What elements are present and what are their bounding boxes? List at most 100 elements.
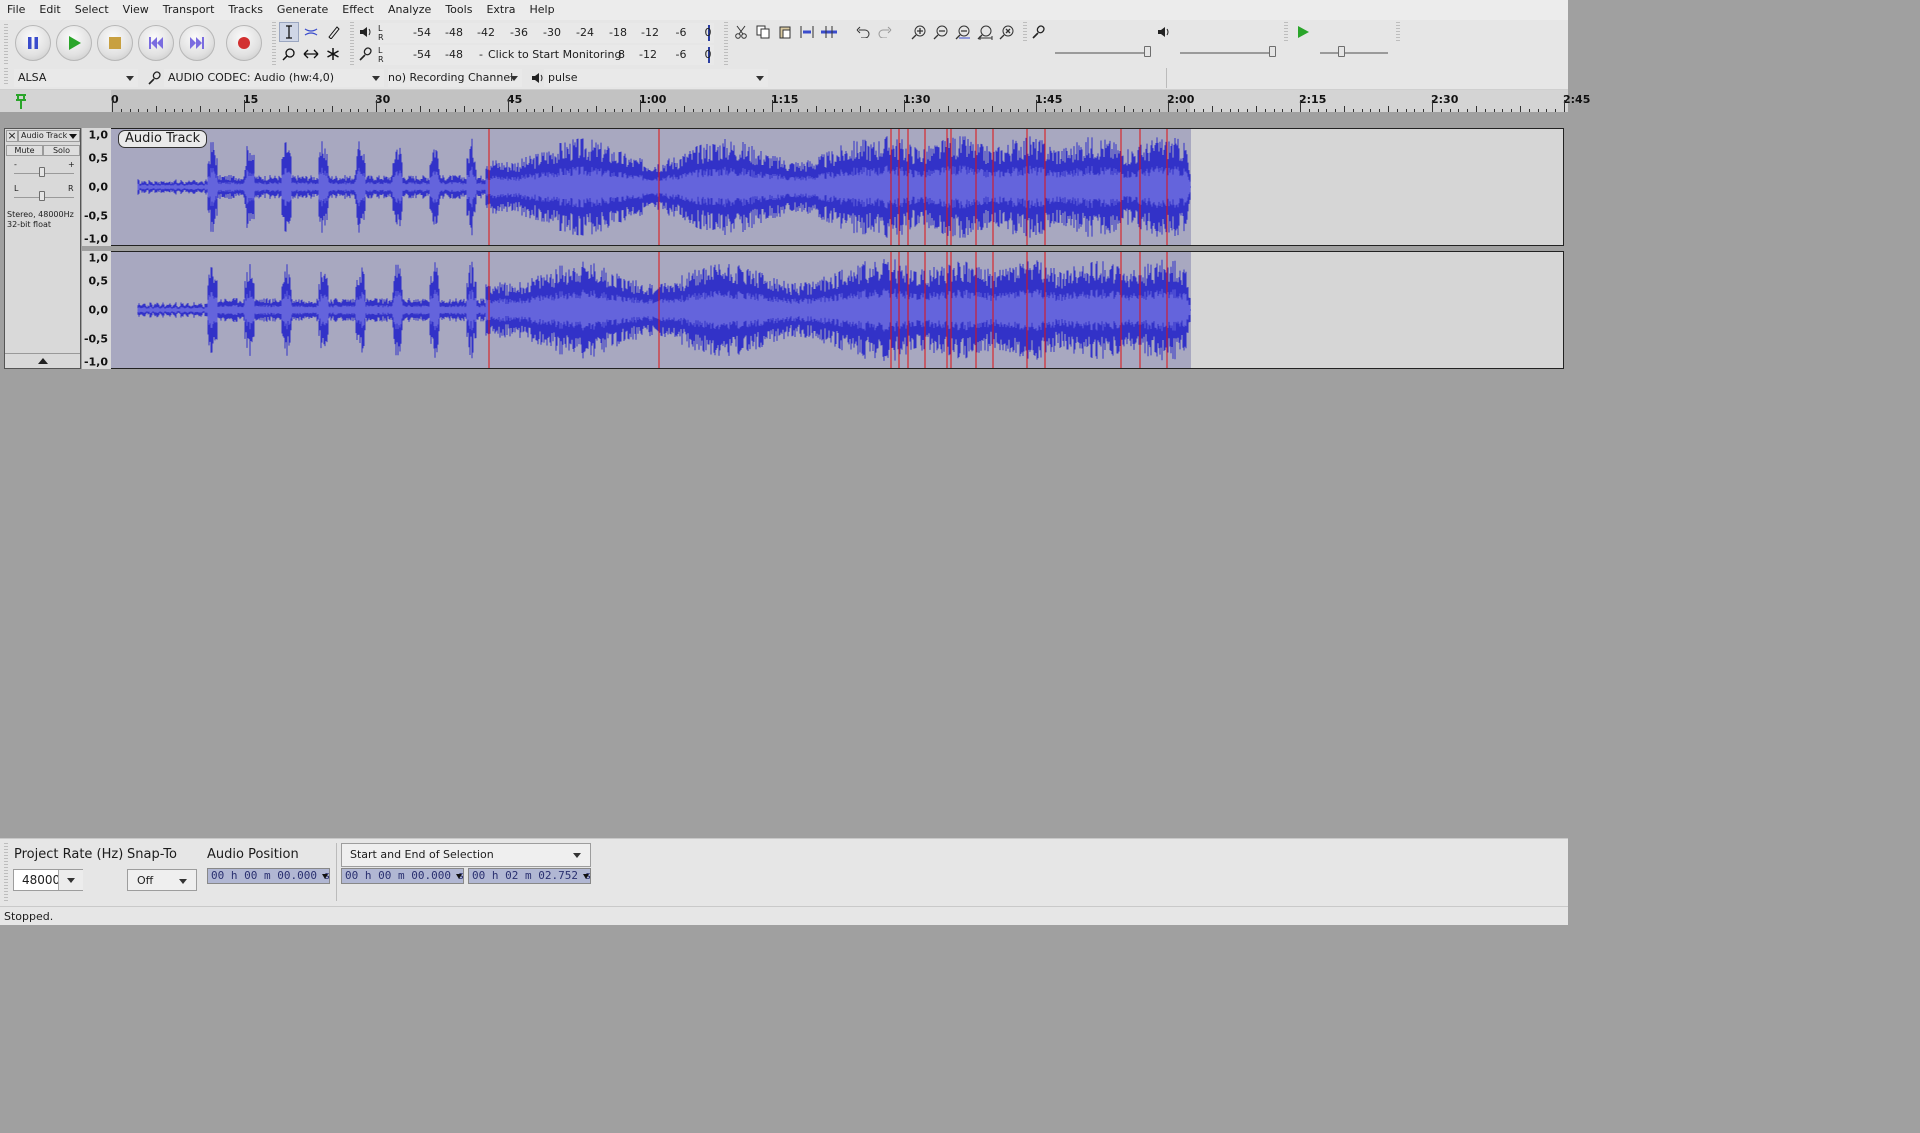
toolbar-grip[interactable] [724, 22, 728, 66]
recording-volume-thumb[interactable] [1144, 46, 1151, 57]
toolbar-grip[interactable] [1284, 22, 1288, 42]
mute-button[interactable]: Mute [6, 145, 43, 156]
draw-tool[interactable] [323, 22, 343, 42]
cut-button[interactable] [731, 22, 751, 42]
recording-volume-slider[interactable] [1055, 52, 1151, 54]
fit-project-button[interactable] [975, 22, 995, 42]
chevron-down-icon [67, 878, 75, 883]
snap-to-label: Snap-To [127, 847, 177, 862]
solo-button[interactable]: Solo [43, 145, 80, 156]
envelope-tool[interactable] [301, 22, 321, 42]
toolbar-grip[interactable] [1023, 22, 1027, 42]
menu-transport[interactable]: Transport [156, 0, 222, 20]
menu-generate[interactable]: Generate [270, 0, 335, 20]
close-icon: × [7, 129, 17, 142]
project-rate-combo[interactable]: 48000 [13, 869, 83, 891]
toolbar-grip[interactable] [4, 843, 8, 901]
snap-to-select[interactable]: Off [127, 869, 197, 891]
toolbar-grip[interactable] [4, 68, 8, 86]
multi-tool[interactable] [323, 44, 343, 64]
skip-to-end-button[interactable] [179, 25, 215, 61]
selection-start-time[interactable]: 00 h 00 m 00.000 s [341, 868, 464, 884]
audio-host-select[interactable]: ALSA [14, 69, 138, 87]
record-meter-button[interactable] [356, 44, 376, 64]
amplitude-label: 1,0 [88, 251, 109, 265]
paste-button[interactable] [775, 22, 795, 42]
collapse-track-button[interactable] [5, 353, 80, 367]
copy-button[interactable] [753, 22, 773, 42]
play-button[interactable] [56, 25, 92, 61]
menu-analyze[interactable]: Analyze [381, 0, 438, 20]
status-text: Stopped. [4, 910, 54, 923]
menu-tools[interactable]: Tools [438, 0, 479, 20]
pin-icon[interactable] [12, 92, 30, 110]
zoom-toggle-button[interactable] [997, 22, 1017, 42]
record-meter[interactable]: LR -54 -48 - Click to Start Monitoring 8… [378, 45, 714, 65]
toolbar-grip[interactable] [1396, 22, 1400, 42]
playback-device-value: pulse [548, 71, 578, 84]
chevron-up-icon [37, 357, 48, 364]
chevron-down-icon [756, 76, 764, 81]
playback-meter[interactable]: LR -54 -48 -42 -36 -30 -24 -18 -12 -6 0 [378, 23, 714, 43]
waveform-channel-left[interactable] [111, 128, 1564, 246]
audio-position-time[interactable]: 00 h 00 m 00.000 s [207, 868, 330, 884]
chevron-down-icon [179, 879, 187, 884]
menu-extra[interactable]: Extra [479, 0, 522, 20]
menu-tracks[interactable]: Tracks [221, 0, 270, 20]
recording-channels-select[interactable]: no) Recording Channel [388, 69, 522, 87]
pan-slider-thumb[interactable] [39, 191, 45, 201]
toolbar-grip[interactable] [350, 22, 354, 66]
waveform-channel-right[interactable] [111, 251, 1564, 369]
menu-help[interactable]: Help [522, 0, 561, 20]
timeline-ruler[interactable]: 0 15 30 45 1:00 1:15 1:30 1:45 2:00 2:15 2:30 2:45 [0, 90, 1590, 112]
trim-button[interactable] [797, 22, 817, 42]
gain-slider-thumb[interactable] [39, 167, 45, 177]
undo-button[interactable] [853, 22, 873, 42]
play-speed-slider[interactable] [1320, 52, 1388, 54]
start-monitoring-prompt[interactable]: Click to Start Monitoring [486, 48, 624, 61]
menu-view[interactable]: View [116, 0, 156, 20]
zoom-tool[interactable] [279, 44, 299, 64]
play-at-speed-button[interactable] [1293, 22, 1313, 42]
selection-mode-select[interactable]: Start and End of Selection [341, 843, 591, 867]
chevron-down-icon [573, 853, 581, 858]
redo-icon [878, 26, 892, 38]
playback-volume-thumb[interactable] [1269, 46, 1276, 57]
record-button[interactable] [226, 25, 262, 61]
playback-device-select[interactable]: pulse [544, 69, 768, 87]
toolbar-grip[interactable] [4, 24, 8, 64]
playback-volume-slider[interactable] [1180, 52, 1276, 54]
speaker-icon [532, 73, 543, 83]
vertical-scale-left[interactable]: 1,0 0,5 0,0 -0,5 -1,0 [82, 128, 112, 246]
close-track-button[interactable]: × [6, 130, 18, 142]
project-rate-dropdown[interactable] [58, 870, 83, 890]
project-rate-input[interactable]: 48000 [22, 873, 58, 887]
vertical-scale-right[interactable]: 1,0 0,5 0,0 -0,5 -1,0 [82, 251, 112, 369]
menu-effect[interactable]: Effect [335, 0, 381, 20]
play-speed-thumb[interactable] [1338, 46, 1345, 57]
redo-button[interactable] [875, 22, 895, 42]
menu-edit[interactable]: Edit [32, 0, 67, 20]
menu-select[interactable]: Select [68, 0, 116, 20]
fit-selection-button[interactable] [953, 22, 973, 42]
time-shift-tool[interactable] [301, 44, 321, 64]
stop-button[interactable] [97, 25, 133, 61]
silence-icon [821, 26, 837, 38]
microphone-icon [1032, 25, 1045, 39]
track-menu-button[interactable]: Audio Track [18, 130, 80, 142]
menu-file[interactable]: File [0, 0, 32, 20]
zoom-in-button[interactable] [909, 22, 929, 42]
recording-device-select[interactable]: AUDIO CODEC: Audio (hw:4,0) [164, 69, 384, 87]
skip-start-icon [149, 37, 163, 49]
zoom-out-button[interactable] [931, 22, 951, 42]
pause-button[interactable] [15, 25, 51, 61]
silence-button[interactable] [819, 22, 839, 42]
meter-tick: -30 [543, 26, 561, 39]
toolbar-grip[interactable] [272, 22, 276, 66]
playback-meter-button[interactable] [356, 22, 376, 42]
selection-tool[interactable] [279, 22, 299, 42]
meter-tick: -6 [675, 48, 687, 61]
playback-volume-icon-button [1154, 22, 1174, 42]
selection-end-time[interactable]: 00 h 02 m 02.752 s [468, 868, 591, 884]
skip-to-start-button[interactable] [138, 25, 174, 61]
